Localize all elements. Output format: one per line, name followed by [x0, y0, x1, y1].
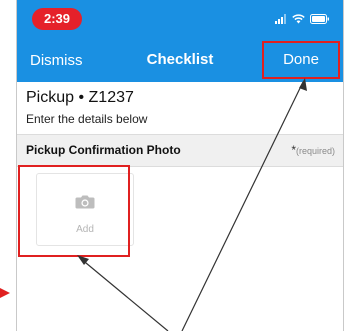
signal-icon [275, 14, 286, 24]
status-icons [275, 12, 330, 26]
done-button[interactable]: Done [262, 41, 340, 79]
nav-bar: Dismiss Checklist Done [17, 38, 343, 82]
pickup-header: Pickup • Z1237 Enter the details below [17, 82, 343, 134]
side-pointer-arrow [0, 288, 10, 298]
pickup-title: Pickup • Z1237 [26, 89, 134, 106]
section-header: Pickup Confirmation Photo *(required) [17, 134, 343, 167]
required-indicator: *(required) [291, 143, 335, 157]
section-label: Pickup Confirmation Photo [26, 143, 181, 157]
status-time: 2:39 [32, 8, 82, 30]
status-bar: 2:39 [17, 0, 343, 38]
required-text: (required) [295, 146, 335, 156]
pickup-subtitle: Enter the details below [26, 112, 148, 126]
photo-highlight-box [18, 165, 130, 257]
battery-icon [310, 14, 329, 24]
wifi-icon [292, 14, 305, 24]
